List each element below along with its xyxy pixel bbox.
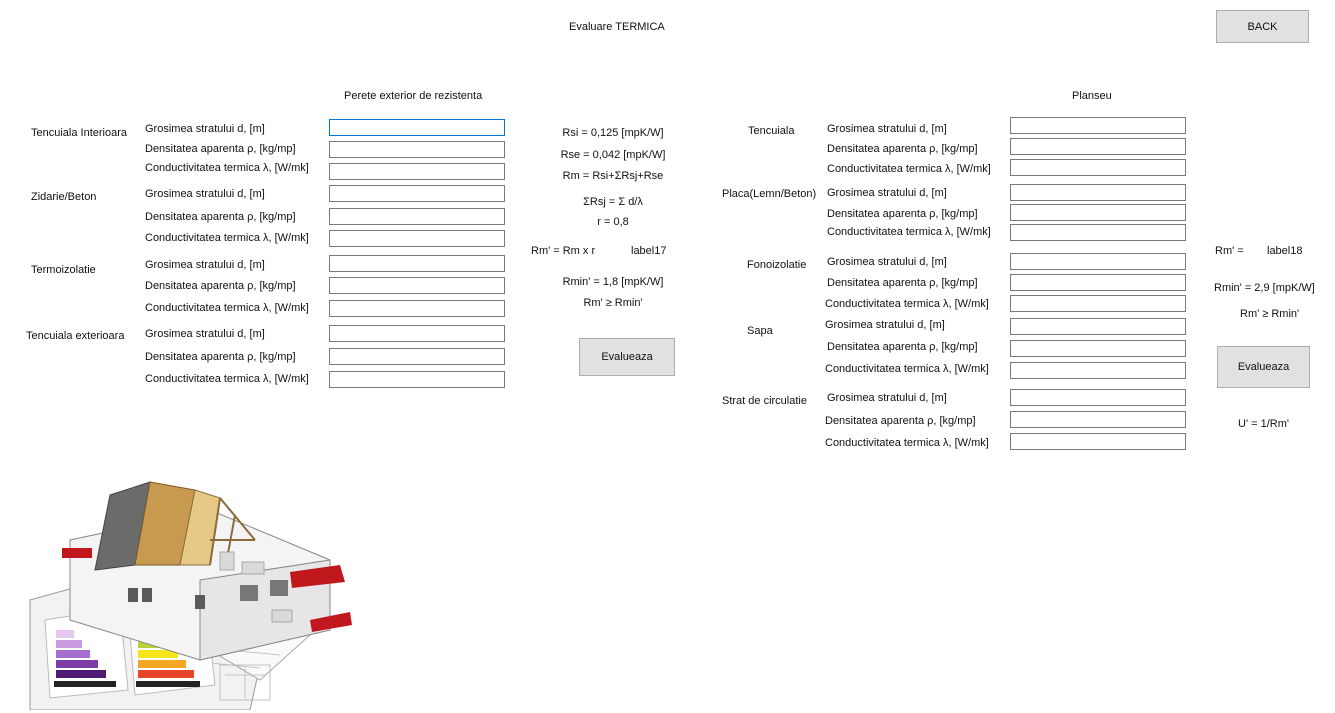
wall-density-input[interactable] [329, 348, 505, 365]
floor-conductivity-input[interactable] [1010, 159, 1186, 176]
back-button[interactable]: BACK [1216, 10, 1309, 43]
rm-formula: Rm = Rsi+ΣRsj+Rse [562, 170, 664, 182]
field-label: Grosimea stratului d, [m] [827, 123, 947, 135]
floor-section-title: Planseu [1072, 90, 1112, 102]
field-label: Densitatea aparenta ρ, [kg/mp] [825, 415, 976, 427]
floor-conductivity-input[interactable] [1010, 295, 1186, 312]
wall-layer-name: Termoizolatie [31, 264, 96, 276]
wall-layer-name: Tencuiala Interioara [31, 127, 128, 139]
floor-result-label: label18 [1267, 245, 1303, 257]
field-label: Conductivitatea termica λ, [W/mk] [827, 163, 991, 175]
field-label: Grosimea stratului d, [m] [827, 187, 947, 199]
wall-density-input[interactable] [329, 208, 505, 225]
field-label: Densitatea aparenta ρ, [kg/mp] [827, 341, 978, 353]
wall-section-title: Perete exterior de rezistenta [344, 90, 483, 102]
floor-thickness-input[interactable] [1010, 184, 1186, 201]
floor-layer-name: Sapa [747, 325, 773, 337]
field-label: Grosimea stratului d, [m] [827, 392, 947, 404]
field-label: Densitatea aparenta ρ, [kg/mp] [827, 277, 978, 289]
wall-conductivity-input[interactable] [329, 371, 505, 388]
floor-condition-text: Rm' ≥ Rmin' [1240, 308, 1300, 320]
window-title: Evaluare TERMICA [569, 21, 665, 33]
evaluate-wall-button[interactable]: Evalueaza [579, 338, 675, 376]
sum-formula: ΣRsj = Σ d/λ [583, 196, 643, 208]
floor-rm-prime-formula: Rm' = [1215, 245, 1244, 257]
floor-conductivity-input[interactable] [1010, 224, 1186, 241]
wall-result-label: label17 [631, 245, 667, 257]
floor-density-input[interactable] [1010, 138, 1186, 155]
field-label: Grosimea stratului d, [m] [825, 319, 945, 331]
wall-conductivity-input[interactable] [329, 163, 505, 180]
wall-layer-name: Zidarie/Beton [31, 191, 97, 203]
r-formula: r = 0,8 [597, 216, 629, 228]
wall-thickness-input[interactable] [329, 119, 505, 136]
wall-density-input[interactable] [329, 141, 505, 158]
floor-conductivity-input[interactable] [1010, 362, 1186, 379]
u-formula: U' = 1/Rm' [1238, 418, 1289, 430]
floor-thickness-input[interactable] [1010, 117, 1186, 134]
field-label: Conductivitatea termica λ, [W/mk] [827, 226, 991, 238]
floor-rmin-formula: Rmin' = 2,9 [mpK/W] [1214, 282, 1315, 294]
field-label: Conductivitatea termica λ, [W/mk] [825, 363, 989, 375]
field-label: Grosimea stratului d, [m] [145, 259, 265, 271]
floor-layer-name: Fonoizolatie [747, 259, 807, 271]
field-label: Conductivitatea termica λ, [W/mk] [145, 302, 309, 314]
floor-conductivity-input[interactable] [1010, 433, 1186, 450]
field-label: Densitatea aparenta ρ, [kg/mp] [145, 211, 296, 223]
floor-layer-name: Placa(Lemn/Beton) [722, 188, 817, 200]
evaluate-floor-button[interactable]: Evalueaza [1217, 346, 1310, 388]
field-label: Conductivitatea termica λ, [W/mk] [825, 298, 989, 310]
field-label: Conductivitatea termica λ, [W/mk] [145, 162, 309, 174]
wall-thickness-input[interactable] [329, 325, 505, 342]
floor-density-input[interactable] [1010, 204, 1186, 221]
condition-text: Rm' ≥ Rmin' [583, 297, 643, 309]
rse-formula: Rse = 0,042 [mpK/W] [560, 149, 666, 161]
house-illustration-image [29, 481, 352, 710]
field-label: Grosimea stratului d, [m] [145, 188, 265, 200]
floor-thickness-input[interactable] [1010, 318, 1186, 335]
floor-density-input[interactable] [1010, 274, 1186, 291]
floor-layer-name: Tencuiala [748, 125, 795, 137]
rm-prime-formula: Rm' = Rm x r [531, 245, 596, 257]
floor-thickness-input[interactable] [1010, 253, 1186, 270]
floor-density-input[interactable] [1010, 340, 1186, 357]
field-label: Grosimea stratului d, [m] [145, 328, 265, 340]
wall-conductivity-input[interactable] [329, 230, 505, 247]
field-label: Conductivitatea termica λ, [W/mk] [145, 373, 309, 385]
wall-conductivity-input[interactable] [329, 300, 505, 317]
field-label: Densitatea aparenta ρ, [kg/mp] [145, 280, 296, 292]
wall-density-input[interactable] [329, 277, 505, 294]
field-label: Densitatea aparenta ρ, [kg/mp] [827, 143, 978, 155]
field-label: Grosimea stratului d, [m] [827, 256, 947, 268]
floor-density-input[interactable] [1010, 411, 1186, 428]
field-label: Conductivitatea termica λ, [W/mk] [145, 232, 309, 244]
field-label: Densitatea aparenta ρ, [kg/mp] [827, 208, 978, 220]
field-label: Conductivitatea termica λ, [W/mk] [825, 437, 989, 449]
rsi-formula: Rsi = 0,125 [mpK/W] [562, 127, 664, 139]
field-label: Densitatea aparenta ρ, [kg/mp] [145, 143, 296, 155]
floor-layer-name: Strat de circulatie [722, 395, 807, 407]
field-label: Densitatea aparenta ρ, [kg/mp] [145, 351, 296, 363]
wall-thickness-input[interactable] [329, 185, 505, 202]
floor-thickness-input[interactable] [1010, 389, 1186, 406]
wall-thickness-input[interactable] [329, 255, 505, 272]
field-label: Grosimea stratului d, [m] [145, 123, 265, 135]
wall-layer-name: Tencuiala exterioara [26, 330, 125, 342]
rmin-formula: Rmin' = 1,8 [mpK/W] [562, 276, 664, 288]
